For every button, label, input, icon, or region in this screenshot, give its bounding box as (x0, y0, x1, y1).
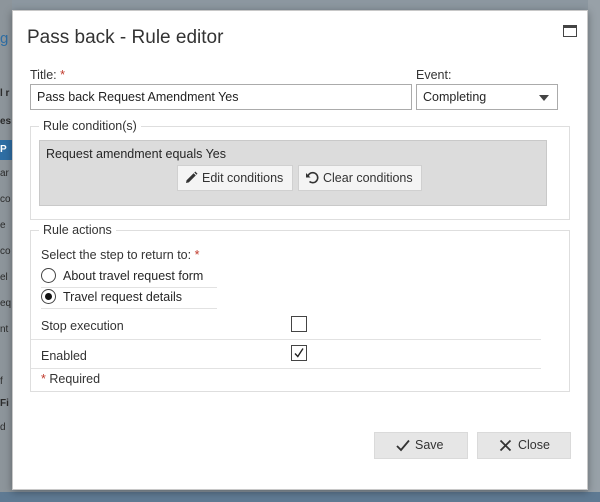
bg-fragment: l r (0, 88, 10, 99)
background-bottom-strip (0, 492, 600, 502)
enabled-label: Enabled (41, 349, 87, 363)
radio-label: Travel request details (63, 290, 183, 304)
enabled-checkbox[interactable] (291, 345, 307, 361)
radio-button-selected[interactable] (41, 289, 56, 304)
title-label: Title: * (30, 68, 65, 82)
pencil-icon (186, 171, 198, 183)
save-label: Save (415, 438, 444, 452)
undo-icon (306, 171, 319, 184)
rule-conditions-legend: Rule condition(s) (39, 119, 141, 133)
bg-fragment: f (0, 376, 3, 387)
close-icon (499, 439, 512, 452)
edit-conditions-button[interactable]: Edit conditions (177, 165, 293, 191)
radio-label: About travel request form (63, 269, 204, 283)
stop-execution-label: Stop execution (41, 319, 124, 333)
edit-conditions-label: Edit conditions (202, 171, 284, 185)
radio-option-travel-request-details[interactable]: Travel request details (41, 287, 221, 307)
event-select[interactable]: Completing (416, 84, 558, 110)
rule-actions-legend: Rule actions (39, 223, 116, 237)
close-label: Close (518, 438, 550, 452)
bg-fragment: g (0, 30, 9, 47)
stop-execution-checkbox[interactable] (291, 316, 307, 332)
bg-fragment: nt (0, 324, 9, 335)
bg-fragment: co (0, 194, 11, 205)
bg-fragment: e (0, 220, 6, 231)
background-left-strip: g l r es P ar co e co el eq nt f Fi d (0, 0, 12, 502)
background-right-strip (588, 0, 600, 502)
required-star: * (194, 248, 200, 262)
bg-fragment: co (0, 246, 11, 257)
radio-option-about-travel-request-form[interactable]: About travel request form (41, 266, 221, 286)
required-star: * (60, 68, 65, 82)
required-note-text: Required (49, 372, 101, 386)
bg-fragment: eq (0, 298, 12, 309)
condition-summary: Request amendment equals Yes (46, 147, 226, 161)
bg-fragment: Fi (0, 398, 9, 409)
rule-actions-section: Rule actions Select the step to return t… (30, 223, 570, 392)
clear-conditions-label: Clear conditions (323, 171, 413, 185)
close-button[interactable]: Close (477, 432, 571, 459)
dialog-title: Pass back - Rule editor (27, 27, 224, 48)
bg-fragment: el (0, 272, 8, 283)
checkmark-icon (294, 348, 304, 358)
save-button[interactable]: Save (374, 432, 468, 459)
required-star: * (41, 372, 46, 386)
divider (31, 368, 541, 369)
checkmark-icon (396, 439, 410, 452)
condition-box: Request amendment equals Yes Edit condit… (39, 140, 547, 206)
rule-conditions-section: Rule condition(s) Request amendment equa… (30, 119, 570, 220)
bg-fragment: d (0, 422, 6, 433)
title-input[interactable] (30, 84, 412, 110)
clear-conditions-button[interactable]: Clear conditions (298, 165, 422, 191)
rule-editor-dialog: Pass back - Rule editor Title: * Event: … (12, 10, 588, 490)
event-select-value: Completing (423, 90, 487, 104)
event-label: Event: (416, 68, 452, 82)
step-label: Select the step to return to: * (41, 248, 199, 262)
title-label-text: Title: (30, 68, 57, 82)
divider (31, 339, 541, 340)
required-note: * Required (41, 372, 100, 386)
bg-fragment: P (0, 140, 12, 160)
bg-fragment: ar (0, 168, 9, 179)
divider (41, 308, 217, 309)
bg-fragment: es (0, 116, 12, 127)
chevron-down-icon (539, 95, 549, 101)
radio-button[interactable] (41, 268, 56, 283)
step-label-text: Select the step to return to: (41, 248, 192, 262)
maximize-icon[interactable] (563, 25, 577, 37)
